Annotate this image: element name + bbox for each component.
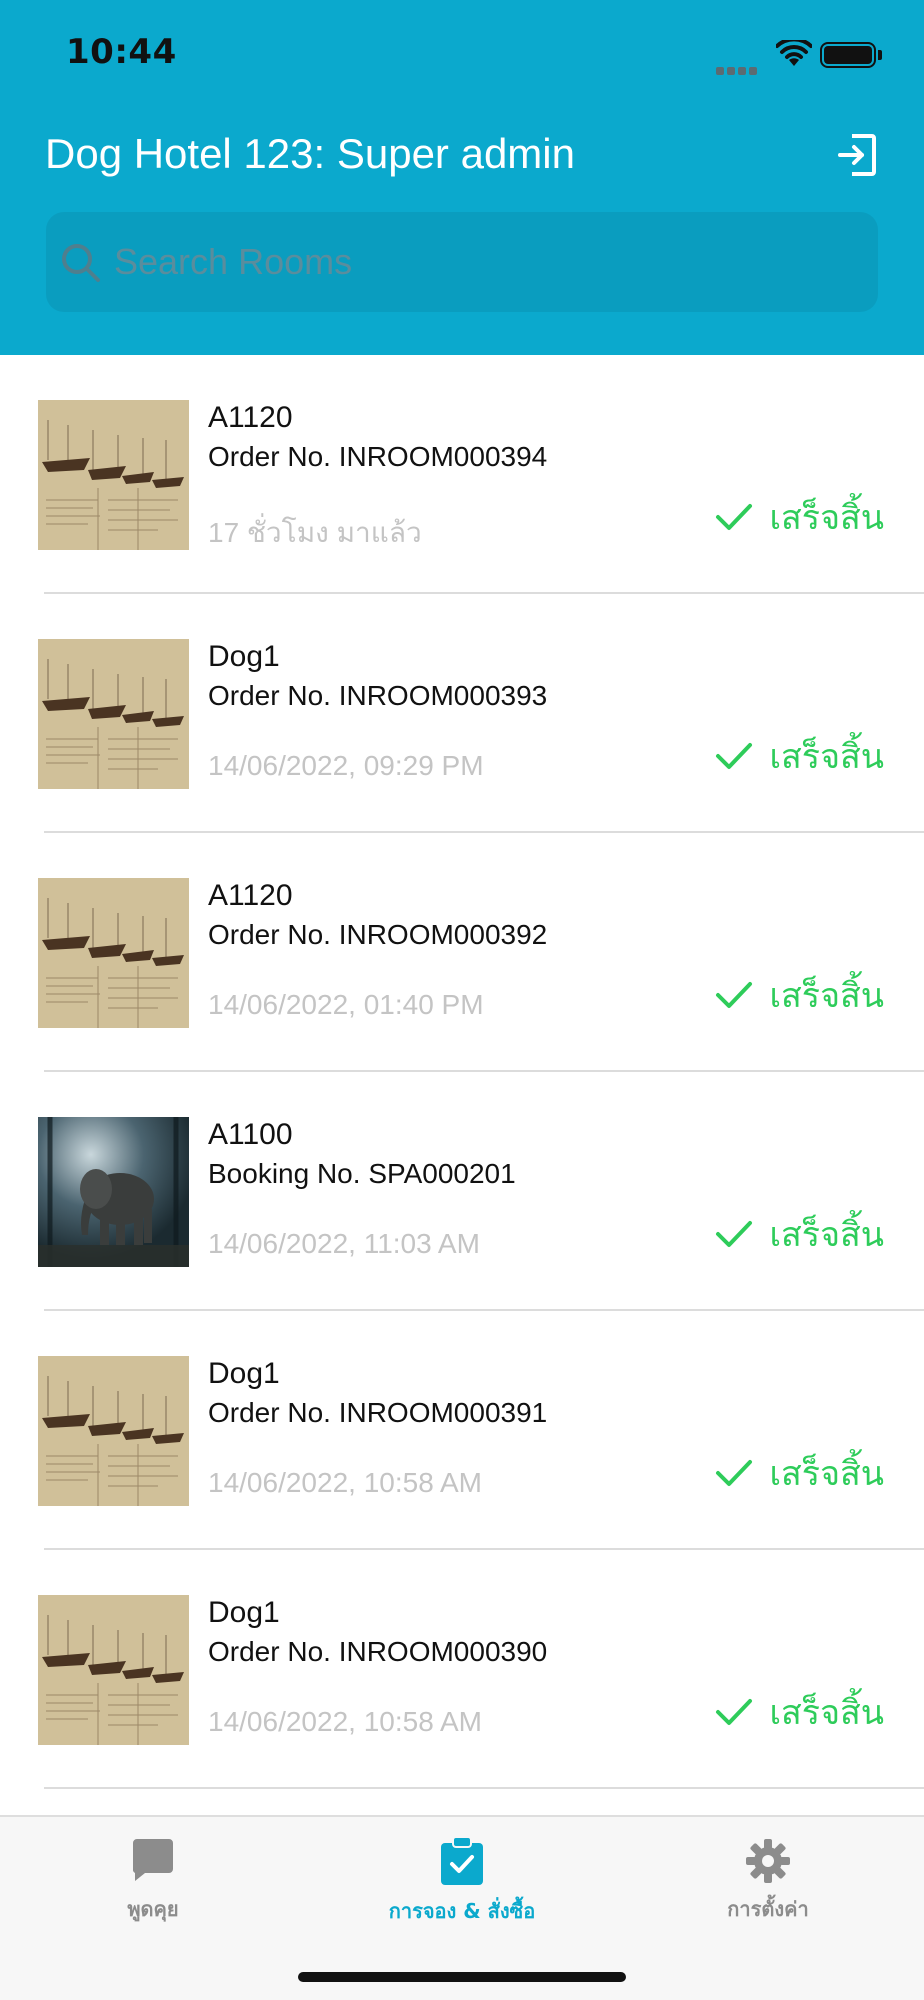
chat-bubble-icon (132, 1839, 173, 1881)
room-name: A1120 (208, 879, 293, 912)
tab-bookings[interactable]: การจอง & สั่งซื้อ (337, 1837, 587, 1927)
status-badge: เสร็จสิ้น (715, 1212, 884, 1256)
status-bar-time: 10:44 (66, 32, 177, 72)
order-time: 17 ชั่วโมง มาแล้ว (208, 517, 422, 548)
gear-icon (746, 1839, 790, 1883)
thumbnail-image (38, 1595, 189, 1745)
order-time: 14/06/2022, 10:58 AM (208, 1706, 482, 1737)
order-number: Order No. INROOM000390 (208, 1636, 548, 1667)
order-number: Order No. INROOM000392 (208, 919, 548, 950)
tab-settings[interactable]: การตั้งค่า (643, 1837, 893, 1925)
status-label: เสร็จสิ้น (769, 1215, 884, 1255)
order-number: Order No. INROOM000391 (208, 1397, 548, 1428)
room-name: A1120 (208, 401, 293, 434)
thumbnail-image (38, 400, 189, 550)
status-badge: เสร็จสิ้น (715, 1451, 884, 1495)
status-badge: เสร็จสิ้น (715, 734, 884, 778)
room-name: A1100 (208, 1118, 293, 1151)
battery-icon (820, 42, 876, 68)
status-label: เสร็จสิ้น (769, 1454, 884, 1494)
check-icon (716, 1460, 753, 1486)
tab-label: การตั้งค่า (727, 1897, 809, 1921)
status-label: เสร็จสิ้น (769, 976, 884, 1016)
check-icon (716, 982, 753, 1008)
thumbnail-image (38, 878, 189, 1028)
status-bar-icons (716, 40, 886, 75)
list-item[interactable]: Dog1 Order No. INROOM000391 14/06/2022, … (0, 1311, 924, 1550)
order-number: Order No. INROOM000394 (208, 441, 548, 472)
order-list: A1120 Order No. INROOM000394 17 ชั่วโมง … (0, 355, 924, 1789)
thumbnail-image (38, 639, 189, 789)
room-name: Dog1 (208, 640, 280, 673)
cellular-signal-icon (716, 60, 760, 79)
order-time: 14/06/2022, 01:40 PM (208, 989, 484, 1020)
order-number: Order No. INROOM000393 (208, 680, 548, 711)
app-header: 10:44 Dog Hotel 123: Super admin (0, 0, 924, 355)
logout-icon[interactable] (830, 132, 878, 178)
check-icon (716, 1221, 753, 1247)
wifi-icon (776, 40, 812, 66)
home-indicator (298, 1972, 626, 1982)
list-item[interactable]: Dog1 Order No. INROOM000393 14/06/2022, … (0, 594, 924, 833)
room-name: Dog1 (208, 1596, 280, 1629)
status-badge: เสร็จสิ้น (715, 495, 884, 539)
status-label: เสร็จสิ้น (769, 1693, 884, 1733)
status-badge: เสร็จสิ้น (715, 1690, 884, 1734)
search-bar[interactable] (46, 212, 878, 312)
search-icon (62, 244, 100, 282)
status-label: เสร็จสิ้น (769, 498, 884, 538)
order-time: 14/06/2022, 10:58 AM (208, 1467, 482, 1498)
thumbnail-image (38, 1117, 189, 1267)
order-time: 14/06/2022, 11:03 AM (208, 1228, 480, 1259)
check-icon (716, 1699, 753, 1725)
page-title: Dog Hotel 123: Super admin (45, 130, 575, 177)
tab-chat[interactable]: พูดคุย (28, 1837, 278, 1925)
list-item[interactable]: Dog1 Order No. INROOM000390 14/06/2022, … (0, 1550, 924, 1789)
status-badge: เสร็จสิ้น (715, 973, 884, 1017)
room-name: Dog1 (208, 1357, 280, 1390)
list-item[interactable]: A1120 Order No. INROOM000392 14/06/2022,… (0, 833, 924, 1072)
order-time: 14/06/2022, 09:29 PM (208, 750, 484, 781)
check-icon (716, 504, 753, 530)
tab-label: การจอง & สั่งซื้อ (388, 1899, 536, 1923)
divider (44, 1787, 924, 1789)
clipboard-check-icon (441, 1837, 483, 1885)
battery-tip (878, 50, 882, 60)
status-label: เสร็จสิ้น (769, 737, 884, 777)
booking-number: Booking No. SPA000201 (208, 1158, 516, 1189)
thumbnail-image (38, 1356, 189, 1506)
list-item[interactable]: A1120 Order No. INROOM000394 17 ชั่วโมง … (0, 355, 924, 594)
tab-label: พูดคุย (127, 1897, 179, 1921)
check-icon (716, 743, 753, 769)
list-item[interactable]: A1100 Booking No. SPA000201 14/06/2022, … (0, 1072, 924, 1311)
search-input[interactable] (114, 212, 854, 312)
